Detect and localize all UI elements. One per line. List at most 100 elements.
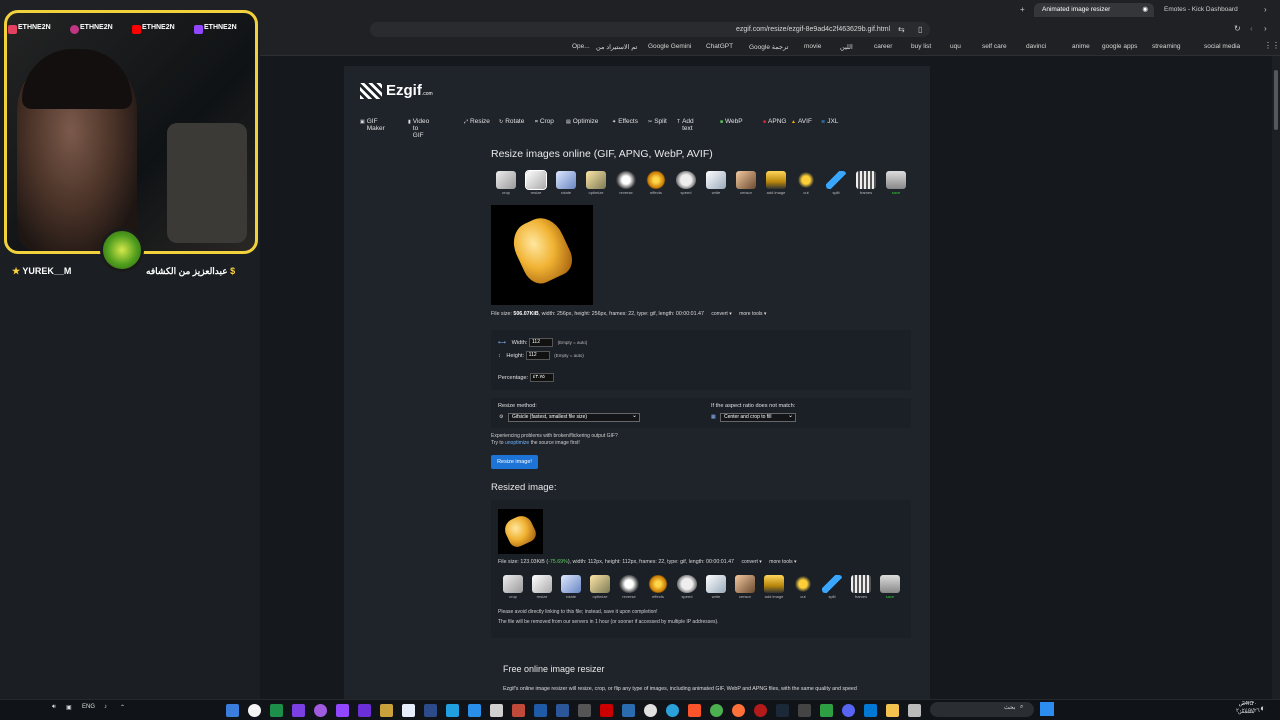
- app-icon[interactable]: [226, 704, 239, 717]
- app-icon[interactable]: [292, 704, 305, 717]
- tool-effects[interactable]: effects: [643, 171, 669, 195]
- tray-chevron-icon[interactable]: ⌃: [120, 704, 125, 711]
- speaker-icon[interactable]: 🔊︎: [52, 704, 56, 711]
- network-icon[interactable]: ▣: [66, 704, 72, 711]
- tool-frames[interactable]: frames: [853, 171, 879, 195]
- bookmark-icon[interactable]: ▯: [918, 25, 922, 34]
- tool-write[interactable]: write: [703, 575, 729, 599]
- nav-rotate[interactable]: ↻ Rotate: [499, 118, 524, 125]
- app-icon[interactable]: [270, 704, 283, 717]
- app-icon[interactable]: [908, 704, 921, 717]
- app-icon[interactable]: [754, 704, 767, 717]
- tool-add-image[interactable]: add image: [763, 171, 789, 195]
- aspect-ratio-select[interactable]: Center and crop to fill: [720, 413, 796, 422]
- bookmark-item[interactable]: buy list: [911, 43, 931, 50]
- taskbar-search[interactable]: [930, 702, 1034, 717]
- brave-icon[interactable]: [688, 704, 701, 717]
- translate-icon[interactable]: ⇆: [898, 25, 905, 34]
- word-icon[interactable]: [556, 704, 569, 717]
- nav-webp[interactable]: ■ WebP: [720, 118, 743, 125]
- tool-frames[interactable]: frames: [848, 575, 874, 599]
- app-icon[interactable]: [248, 704, 261, 717]
- bookmark-item[interactable]: movie: [804, 43, 821, 50]
- tool-resize[interactable]: resize: [529, 575, 555, 599]
- bookmark-item[interactable]: ChatGPT: [706, 43, 733, 50]
- tool-reverse[interactable]: reverse: [613, 171, 639, 195]
- tool-rotate[interactable]: rotate: [553, 171, 579, 195]
- tool-add-image[interactable]: add image: [761, 575, 787, 599]
- extensions-icon[interactable]: ⋮⋮: [1264, 41, 1280, 50]
- bookmark-item[interactable]: self care: [982, 43, 1007, 50]
- discord-icon[interactable]: [842, 704, 855, 717]
- bookmark-item[interactable]: streaming: [1152, 43, 1181, 50]
- windows-start-icon[interactable]: [1040, 702, 1054, 716]
- nav-add-text[interactable]: T Add text: [677, 118, 694, 132]
- tool-censor[interactable]: censor: [732, 575, 758, 599]
- tool-crop[interactable]: crop: [500, 575, 526, 599]
- site-logo[interactable]: Ezgif.com: [360, 82, 433, 100]
- reload-icon[interactable]: ↻: [1234, 24, 1241, 33]
- address-bar[interactable]: ezgif.com/resize/ezgif-8e9ad4c2f463629b.…: [370, 22, 930, 37]
- app-icon[interactable]: [468, 704, 481, 717]
- percentage-input[interactable]: ٤٣.٧٥: [529, 373, 554, 382]
- back-icon[interactable]: ›: [1264, 24, 1267, 33]
- tool-save[interactable]: save: [877, 575, 903, 599]
- nav-gif-maker[interactable]: ▣ GIF Maker: [360, 118, 385, 132]
- app-icon[interactable]: [512, 704, 525, 717]
- app-icon[interactable]: [490, 704, 503, 717]
- illustrator-icon[interactable]: [600, 704, 613, 717]
- app-icon[interactable]: [644, 704, 657, 717]
- app-icon[interactable]: [864, 704, 877, 717]
- bookmark-item[interactable]: social media: [1204, 43, 1240, 50]
- app-icon[interactable]: [622, 704, 635, 717]
- tool-split[interactable]: split: [819, 575, 845, 599]
- tool-reverse[interactable]: reverse: [616, 575, 642, 599]
- bookmark-item[interactable]: Google Gemini: [648, 43, 691, 50]
- app-icon[interactable]: [424, 704, 437, 717]
- nav-optimize[interactable]: ▤ Optimize: [566, 118, 598, 125]
- nav-apng[interactable]: ■ APNG: [763, 118, 786, 125]
- firefox-icon[interactable]: [732, 704, 745, 717]
- convert-dropdown[interactable]: convert ▾: [742, 559, 762, 565]
- nav-resize[interactable]: ⤢ Resize: [464, 118, 490, 125]
- scrollbar[interactable]: [1272, 56, 1280, 701]
- tool-optimize[interactable]: optimize: [587, 575, 613, 599]
- nav-crop[interactable]: ⌗ Crop: [535, 118, 554, 125]
- app-icon[interactable]: [380, 704, 393, 717]
- steam-icon[interactable]: [776, 704, 789, 717]
- forward-icon[interactable]: ‹: [1250, 24, 1253, 33]
- app-icon[interactable]: [358, 704, 371, 717]
- chrome-icon[interactable]: [710, 704, 723, 717]
- app-icon[interactable]: [314, 704, 327, 717]
- bookmark-item[interactable]: تم الاستيراد من: [596, 43, 637, 51]
- language-indicator[interactable]: ENG: [82, 704, 95, 710]
- tool-censor[interactable]: censor: [733, 171, 759, 195]
- nav-avif[interactable]: ▲ AVIF: [791, 118, 812, 125]
- tool-speed[interactable]: speed: [673, 171, 699, 195]
- notification-icon[interactable]: ◐: [1260, 703, 1265, 713]
- nav-effects[interactable]: ✦ Effects: [612, 118, 638, 125]
- convert-dropdown[interactable]: convert ▾: [711, 311, 731, 317]
- resize-method-select[interactable]: Gifsicle (fastest, smallest file size): [508, 413, 640, 422]
- tab-scroll-icon[interactable]: ›: [1264, 5, 1267, 14]
- tool-effects[interactable]: effects: [645, 575, 671, 599]
- bookmark-item[interactable]: اللين: [840, 43, 853, 51]
- app-icon[interactable]: [820, 704, 833, 717]
- app-icon[interactable]: [798, 704, 811, 717]
- tool-write[interactable]: write: [703, 171, 729, 195]
- tool-rotate[interactable]: rotate: [558, 575, 584, 599]
- tab-animated-image-resizer[interactable]: Animated image resizer ◉: [1034, 3, 1154, 17]
- more-tools-dropdown[interactable]: more tools ▾: [769, 559, 796, 565]
- bookmark-item[interactable]: uqu: [950, 43, 961, 50]
- app-icon[interactable]: [446, 704, 459, 717]
- app-icon[interactable]: [578, 704, 591, 717]
- tool-crop[interactable]: crop: [493, 171, 519, 195]
- telegram-icon[interactable]: [666, 704, 679, 717]
- mic-icon[interactable]: ♪: [104, 704, 107, 710]
- tool-cut[interactable]: cut: [793, 171, 819, 195]
- bookmark-item[interactable]: Ope...: [572, 43, 590, 50]
- nav-video-to-gif[interactable]: ▮ Video to GIF: [408, 118, 429, 139]
- more-tools-dropdown[interactable]: more tools ▾: [739, 311, 766, 317]
- tool-cut[interactable]: cut: [790, 575, 816, 599]
- resize-image-button[interactable]: Resize image!: [491, 455, 538, 469]
